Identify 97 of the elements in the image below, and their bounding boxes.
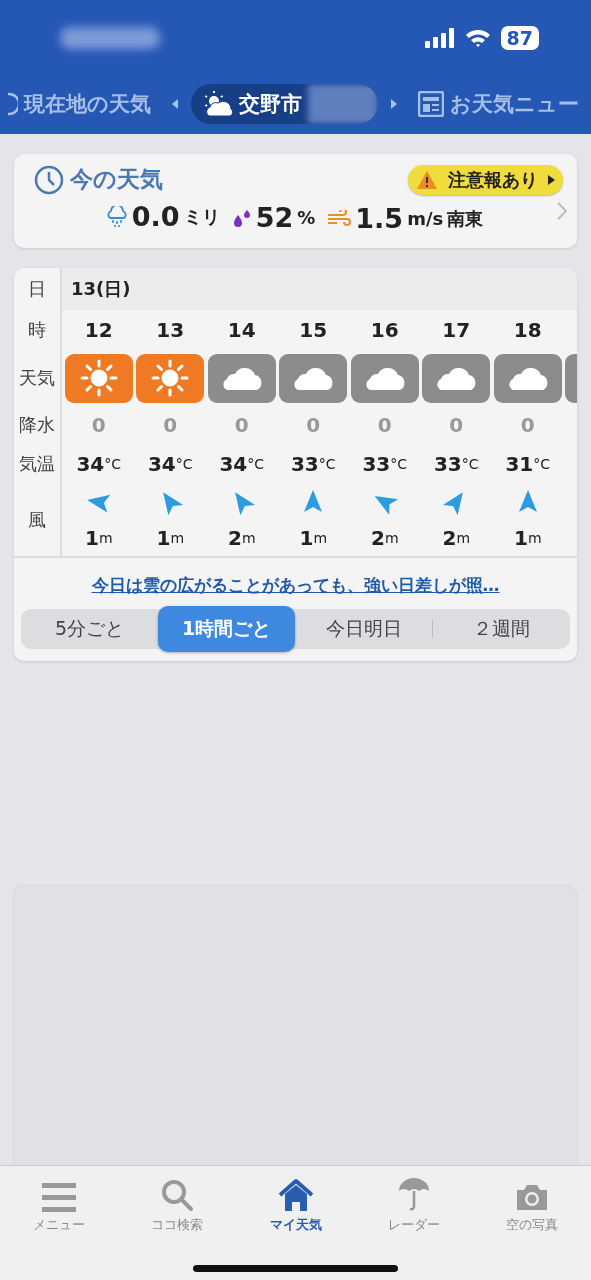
wind-speed: 1 (156, 526, 171, 550)
temp-value: 33 (362, 452, 391, 476)
newspaper-icon (418, 91, 444, 117)
hour-label: 13 (156, 318, 185, 342)
alert-badge[interactable]: 注意報あり (408, 164, 563, 195)
wind-value: 1.5 (355, 203, 404, 234)
wind-unit: m (384, 530, 399, 546)
wifi-icon (464, 28, 491, 48)
wind-speed: 2 (227, 526, 242, 550)
hour-label: 14 (227, 318, 256, 342)
wind-unit: m (241, 530, 256, 546)
wind-unit: m (527, 530, 542, 546)
wind-unit: m/s (407, 208, 444, 229)
row-label: 風 (28, 508, 46, 532)
rain-unit: ミリ (183, 204, 220, 229)
nav-tab[interactable]: メニュー (0, 1166, 119, 1238)
hour-label: 17 (442, 318, 471, 342)
sun-cloud-icon (203, 91, 233, 117)
location-tab[interactable]: 現在地の天気 (0, 84, 159, 124)
precip-value: 0 (449, 413, 464, 437)
rain-cloud-icon (105, 205, 128, 228)
temp-unit: °C (175, 456, 193, 472)
temp-value: 33 (433, 452, 462, 476)
wind-direction: 南東 (447, 206, 484, 231)
row-label: 降水 (19, 413, 55, 437)
nav-tab[interactable]: ココ検索 (118, 1166, 237, 1238)
sun-icon (79, 359, 118, 397)
hour-label: 15 (299, 318, 328, 342)
temp-unit: °C (533, 456, 551, 472)
left-caret-icon[interactable] (171, 98, 179, 110)
cloud-icon (220, 365, 263, 391)
nav-tab[interactable]: レーダー (354, 1166, 473, 1238)
chevron-right-icon (557, 202, 567, 220)
interval-tab[interactable]: ２週間 (433, 609, 570, 649)
menu-icon (42, 1182, 77, 1212)
forecast-summary-link[interactable]: 今日は雲の広がることがあっても、強い日差しが照… (91, 575, 500, 595)
nav-tab[interactable]: マイ天気 (236, 1166, 355, 1238)
cloud-icon (506, 365, 549, 391)
wind-speed: 2 (370, 526, 385, 550)
clock-icon (8, 91, 18, 117)
temp-unit: °C (247, 456, 265, 472)
wind-speed: 1 (84, 526, 99, 550)
search-icon (160, 1178, 195, 1212)
signal-icon (424, 28, 455, 48)
precip-value: 0 (234, 413, 249, 437)
hour-label: 18 (513, 318, 542, 342)
precip-value: 0 (91, 413, 106, 437)
cloud-icon (292, 365, 335, 391)
precip-value: 0 (377, 413, 392, 437)
precip-value: 0 (163, 413, 178, 437)
camera-icon (514, 1182, 549, 1212)
temp-unit: °C (390, 456, 408, 472)
precip-value: 0 (306, 413, 321, 437)
interval-tab[interactable]: 1時間ごと (158, 606, 295, 652)
hour-label: 16 (370, 318, 399, 342)
right-caret-icon[interactable] (390, 98, 398, 110)
temp-value: 34 (76, 452, 105, 476)
section-title: 今の天気 (70, 165, 163, 194)
home-icon (277, 1178, 314, 1212)
caret-icon (548, 174, 555, 185)
cloud-icon (363, 365, 406, 391)
precip-value: 0 (520, 413, 535, 437)
nav-tab[interactable]: 空の写真 (472, 1166, 591, 1238)
wind-unit: m (313, 530, 328, 546)
temp-value: 34 (147, 452, 176, 476)
interval-tab[interactable]: 今日明日 (295, 609, 432, 649)
date-label: 13(日) (71, 277, 131, 301)
warning-icon (416, 169, 438, 190)
location-tab[interactable]: お天気ニュー (410, 84, 587, 124)
wind-unit: m (170, 530, 185, 546)
wind-icon (327, 209, 352, 228)
clock-icon (34, 164, 64, 195)
wind-unit: m (98, 530, 113, 546)
row-label: 気温 (19, 452, 55, 476)
location-tab[interactable]: 交野市 (191, 84, 378, 124)
row-label: 天気 (19, 366, 55, 390)
current-weather-card[interactable]: 今の天気 注意報あり 0.0 ミリ 52% 1.5 m/s 南東 (14, 154, 577, 248)
temp-unit: °C (461, 456, 479, 472)
wind-unit: m (456, 530, 471, 546)
wind-speed: 1 (299, 526, 314, 550)
temp-value: 31 (505, 452, 534, 476)
row-label: 時 (28, 318, 46, 342)
temp-unit: °C (104, 456, 122, 472)
interval-tab[interactable]: 5分ごと (21, 609, 158, 649)
humidity-unit: % (297, 207, 316, 228)
temp-value: 33 (290, 452, 319, 476)
cloud-icon (435, 365, 478, 391)
rain-value: 0.0 (131, 201, 180, 232)
humidity-value: 52 (255, 202, 294, 233)
wind-speed: 1 (513, 526, 528, 550)
battery-level: 87 (500, 26, 539, 50)
temp-unit: °C (318, 456, 336, 472)
wind-speed: 2 (442, 526, 457, 550)
sun-icon (151, 359, 190, 397)
row-label: 日 (28, 277, 46, 301)
temp-value: 34 (219, 452, 248, 476)
hour-label: 12 (84, 318, 113, 342)
